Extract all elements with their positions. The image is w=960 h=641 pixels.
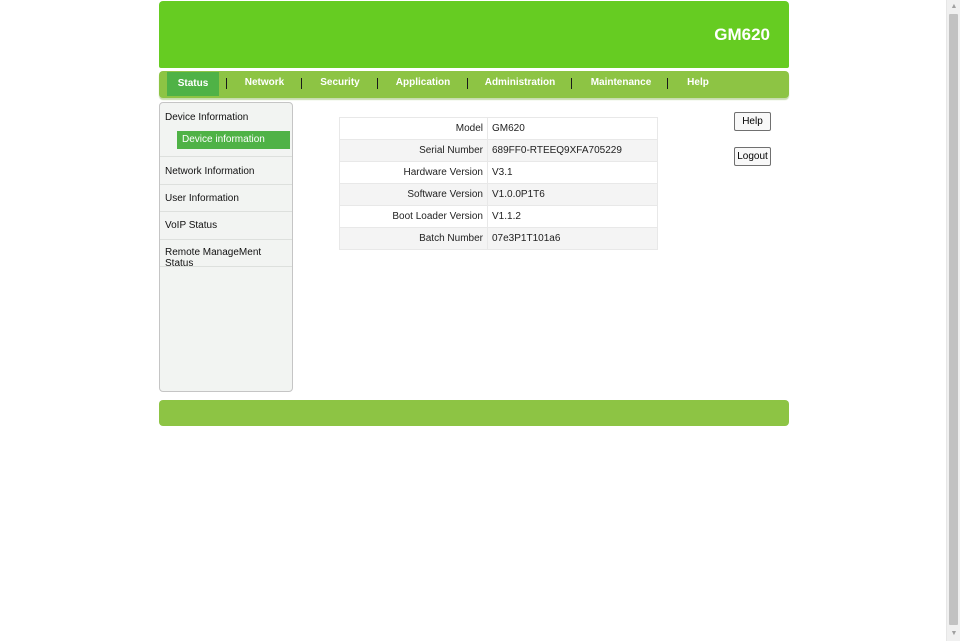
row-value-boot-loader-version: V1.1.2	[487, 205, 658, 228]
row-label-boot-loader-version: Boot Loader Version	[339, 205, 488, 228]
sidebar-divider	[160, 266, 292, 267]
nav-administration[interactable]: Administration	[479, 71, 561, 95]
table-row: Hardware Version V3.1	[339, 161, 658, 184]
nav-status[interactable]: Status	[167, 72, 219, 96]
sidebar-item-network-information[interactable]: Network Information	[160, 158, 292, 184]
sidebar-subitem-label: Device information	[182, 134, 265, 145]
header-banner: GM620	[159, 1, 789, 68]
scroll-up-arrow-icon[interactable]: ▲	[947, 0, 960, 14]
sidebar-item-label: Network Information	[165, 166, 255, 177]
row-value-software-version: V1.0.0P1T6	[487, 183, 658, 206]
table-row: Serial Number 689FF0-RTEEQ9XFA705229	[339, 139, 658, 162]
row-value-hardware-version: V3.1	[487, 161, 658, 184]
nav-separator	[301, 78, 302, 89]
row-value-serial-number: 689FF0-RTEEQ9XFA705229	[487, 139, 658, 162]
footer-bar	[159, 400, 789, 426]
nav-separator	[377, 78, 378, 89]
nav-separator	[571, 78, 572, 89]
help-button[interactable]: Help	[734, 112, 771, 131]
nav-help[interactable]: Help	[679, 71, 717, 95]
nav-application[interactable]: Application	[389, 71, 457, 95]
sidebar-item-remote-management-status[interactable]: Remote ManageMent Status	[160, 239, 292, 269]
sidebar: Device Information Device information Ne…	[159, 102, 293, 392]
sidebar-item-voip-status[interactable]: VoIP Status	[160, 212, 292, 238]
logout-button[interactable]: Logout	[734, 147, 771, 166]
nav-security[interactable]: Security	[311, 71, 369, 95]
nav-separator	[667, 78, 668, 89]
table-row: Boot Loader Version V1.1.2	[339, 205, 658, 228]
row-label-hardware-version: Hardware Version	[339, 161, 488, 184]
brand-title: GM620	[714, 25, 770, 44]
sidebar-item-device-information[interactable]: Device Information	[160, 104, 292, 130]
scroll-down-arrow-icon[interactable]: ▼	[947, 627, 960, 641]
page-container: GM620 Status Network Security Applicatio…	[159, 1, 789, 426]
row-value-batch-number: 07e3P1T101a6	[487, 227, 658, 250]
vertical-scrollbar[interactable]: ▲ ▼	[946, 0, 960, 641]
sidebar-item-label: VoIP Status	[165, 220, 218, 231]
table-row: Batch Number 07e3P1T101a6	[339, 227, 658, 250]
row-value-model: GM620	[487, 117, 658, 140]
row-label-serial-number: Serial Number	[339, 139, 488, 162]
sidebar-subitem-device-information[interactable]: Device information	[177, 131, 290, 149]
table-row: Software Version V1.0.0P1T6	[339, 183, 658, 206]
device-info-table: Model GM620 Serial Number 689FF0-RTEEQ9X…	[339, 117, 658, 250]
main-nav: Status Network Security Application Admi…	[159, 71, 789, 98]
nav-maintenance[interactable]: Maintenance	[585, 71, 657, 95]
row-label-model: Model	[339, 117, 488, 140]
sidebar-item-label: User Information	[165, 193, 239, 204]
table-row: Model GM620	[339, 117, 658, 140]
nav-separator	[467, 78, 468, 89]
sidebar-divider	[160, 156, 292, 157]
nav-separator	[226, 78, 227, 89]
scroll-thumb[interactable]	[949, 14, 958, 625]
nav-network[interactable]: Network	[237, 71, 292, 95]
sidebar-item-user-information[interactable]: User Information	[160, 185, 292, 211]
sidebar-item-label: Device Information	[165, 112, 249, 123]
row-label-software-version: Software Version	[339, 183, 488, 206]
row-label-batch-number: Batch Number	[339, 227, 488, 250]
